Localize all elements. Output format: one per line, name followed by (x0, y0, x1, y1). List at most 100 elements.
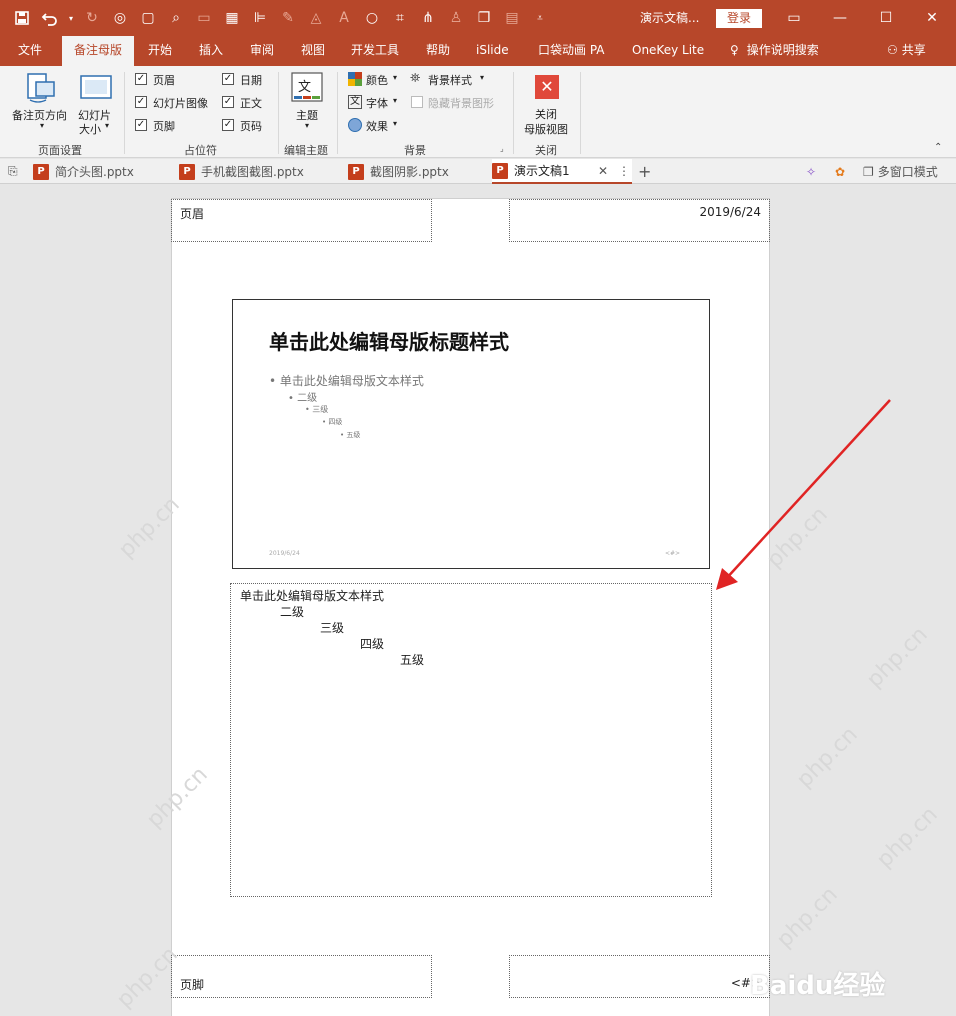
powerpoint-file-icon: P (33, 163, 49, 180)
tools-icon[interactable]: ⋔ (416, 6, 440, 30)
document-tab-label: 简介头图.pptx (55, 165, 134, 179)
undo-icon[interactable] (38, 6, 62, 30)
pen-icon[interactable]: ✎ (276, 6, 300, 30)
new-file-icon[interactable]: ▢ (136, 6, 160, 30)
tell-me-search[interactable]: ♀ 操作说明搜索 (730, 36, 819, 66)
tab-home[interactable]: 开始 (148, 36, 172, 66)
effects-dropdown-icon: ▾ (393, 119, 398, 128)
theme-dropdown-icon: ▾ (305, 121, 310, 130)
group-label-placeholders: 占位符 (184, 144, 217, 157)
slide-size-icon (80, 75, 112, 99)
notes-orientation-dropdown-icon: ▾ (40, 121, 45, 130)
circle-shape-icon[interactable]: ○ (360, 6, 384, 30)
dropdown-icon[interactable]: ▾ (66, 6, 76, 30)
fonts-icon: 文 (348, 95, 362, 109)
colors-label: 颜色 (366, 74, 388, 87)
new-tab-icon[interactable]: + (638, 159, 651, 184)
group-label-edit-theme: 编辑主题 (284, 144, 328, 157)
powerpoint-file-icon: P (179, 163, 195, 180)
magic-icon[interactable]: ✧ (806, 159, 816, 184)
multi-window-button[interactable]: ❐ 多窗口模式 (863, 159, 938, 184)
close-master-view-icon: ✕ (535, 75, 559, 99)
copy-icon[interactable]: ❐ (472, 6, 496, 30)
ribbon-tabs: 文件 备注母版 开始 插入 审阅 视图 开发工具 帮助 iSlide 口袋动画 … (0, 36, 956, 66)
slide-image-checkbox[interactable]: ✓ (135, 96, 147, 108)
multi-window-label: 多窗口模式 (877, 165, 938, 179)
person-icon: ⚇ (887, 43, 898, 57)
align-icon[interactable]: ⊫ (248, 6, 272, 30)
crop-icon[interactable]: ⌗ (388, 6, 412, 30)
customize-qat-icon[interactable]: ⩡ (528, 6, 552, 30)
tab-file[interactable]: 文件 (18, 36, 42, 66)
separator (124, 72, 125, 154)
lock-icon[interactable]: ♙ (444, 6, 468, 30)
login-button[interactable]: 登录 (716, 9, 762, 28)
powerpoint-file-icon: P (348, 163, 364, 180)
editing-canvas: 页眉 2019/6/24 单击此处编辑母版标题样式 • 单击此处编辑母版文本样式… (0, 185, 956, 1016)
document-tab[interactable]: P 手机截图截图.pptx (179, 159, 342, 184)
print-preview-icon[interactable]: ⌕ (164, 6, 188, 30)
fill-color-icon[interactable]: ◬ (304, 6, 328, 30)
tab-menu-icon[interactable]: ⋮ (618, 164, 630, 178)
hide-background-label: 隐藏背景图形 (428, 97, 494, 110)
document-tab-active[interactable]: P 演示文稿1 ✕ ⋮ (492, 159, 632, 184)
slide-size-dropdown-icon: ▾ (105, 121, 110, 130)
minimize-icon[interactable]: — (817, 0, 863, 36)
tab-list-icon[interactable]: ⎘ (8, 159, 18, 184)
tab-developer[interactable]: 开发工具 (351, 36, 399, 66)
group-label-page-setup: 页面设置 (38, 144, 82, 157)
share-label: 共享 (901, 43, 926, 57)
notes-orientation-icon (27, 73, 55, 103)
redo-icon[interactable]: ↻ (80, 6, 104, 30)
tab-pocket-animation[interactable]: 口袋动画 PA (538, 36, 605, 66)
body-checkbox[interactable]: ✓ (222, 96, 234, 108)
group-label-close: 关闭 (535, 144, 557, 157)
red-arrow-annotation (716, 399, 891, 590)
colors-icon (348, 72, 362, 86)
separator (278, 72, 279, 154)
header-checkbox-label: 页眉 (153, 74, 175, 87)
date-checkbox[interactable]: ✓ (222, 73, 234, 85)
close-window-icon[interactable]: ✕ (909, 0, 955, 36)
tab-view[interactable]: 视图 (301, 36, 325, 66)
settings-gear-icon[interactable]: ✿ (835, 159, 845, 184)
theme-icon: 文 (291, 72, 323, 102)
svg-text:文: 文 (298, 80, 311, 95)
share-button[interactable]: ⚇ 共享 (887, 36, 926, 66)
window-icon: ❐ (863, 164, 874, 179)
tab-insert[interactable]: 插入 (199, 36, 223, 66)
paint-bucket-icon: ⛯ (410, 71, 421, 86)
document-title: 演示文稿... (640, 11, 700, 25)
ribbon-display-icon[interactable]: ▭ (771, 0, 817, 36)
page-number-checkbox[interactable]: ✓ (222, 119, 234, 131)
dialog-launcher-icon[interactable]: ⌟ (500, 144, 504, 153)
separator (337, 72, 338, 154)
date-checkbox-label: 日期 (240, 74, 262, 87)
quick-access-toolbar: ▾ ↻ ◎ ▢ ⌕ ▭ ▦ ⊫ ✎ ◬ A ○ ⌗ ⋔ ♙ ❐ ▤ ⩡ (0, 0, 556, 36)
powerpoint-file-icon: P (492, 162, 508, 179)
fonts-dropdown-icon: ▾ (393, 96, 398, 105)
save-icon[interactable] (10, 6, 34, 30)
font-color-icon[interactable]: A (332, 6, 356, 30)
grid-icon[interactable]: ▦ (220, 6, 244, 30)
document-tab[interactable]: P 截图阴影.pptx (348, 159, 488, 184)
tab-notes-master[interactable]: 备注母版 (62, 36, 134, 66)
document-tab[interactable]: P 简介头图.pptx (33, 159, 173, 184)
collapse-ribbon-icon[interactable]: ⌃ (934, 142, 942, 153)
baidu-jingyan-logo: Baidu经验 (750, 971, 886, 1001)
picture-icon[interactable]: ▭ (192, 6, 216, 30)
footer-checkbox[interactable]: ✓ (135, 119, 147, 131)
background-styles-dropdown-icon: ▾ (480, 73, 485, 82)
header-checkbox[interactable]: ✓ (135, 73, 147, 85)
screen-icon[interactable]: ▤ (500, 6, 524, 30)
tab-islide[interactable]: iSlide (476, 36, 509, 66)
tab-help[interactable]: 帮助 (426, 36, 450, 66)
maximize-icon[interactable]: ☐ (863, 0, 909, 36)
tab-onekey-lite[interactable]: OneKey Lite (632, 36, 704, 66)
close-tab-icon[interactable]: ✕ (598, 164, 608, 178)
hide-background-checkbox[interactable] (411, 96, 423, 108)
separator (513, 72, 514, 154)
effects-label: 效果 (366, 120, 388, 133)
eye-icon[interactable]: ◎ (108, 6, 132, 30)
tab-review[interactable]: 审阅 (250, 36, 274, 66)
